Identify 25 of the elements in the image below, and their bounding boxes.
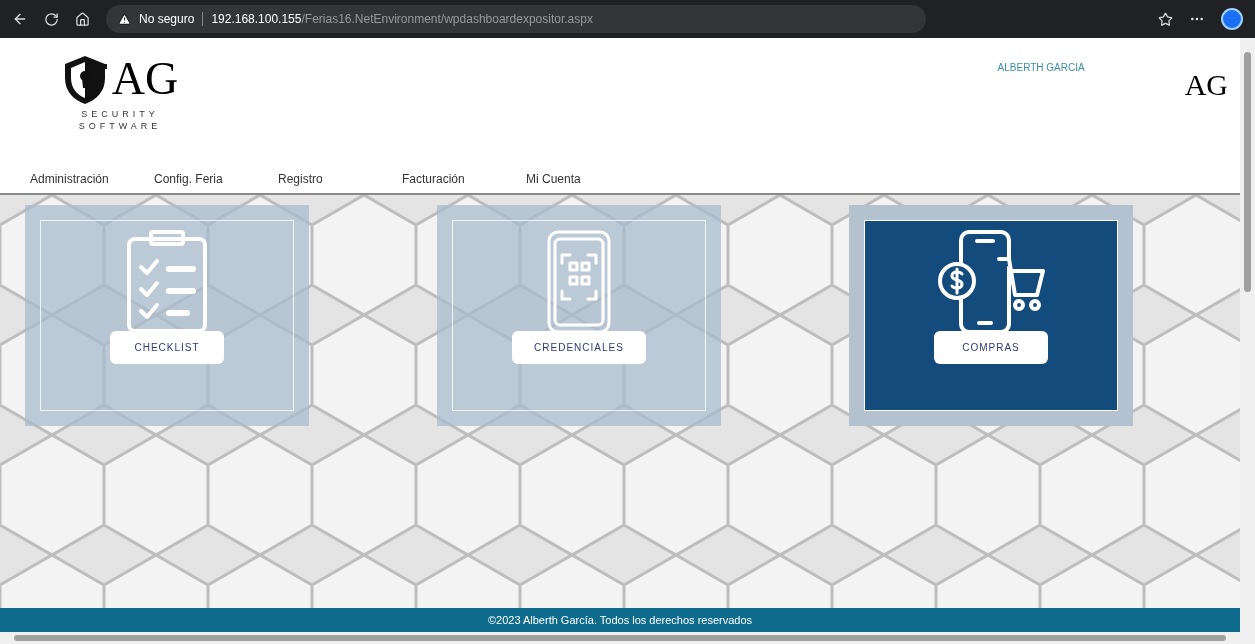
nav-menu-item[interactable]: Registro <box>278 170 402 188</box>
nav-menu-item[interactable]: Mi Cuenta <box>526 170 650 188</box>
nav-menu-item[interactable]: Config. Feria <box>154 170 278 188</box>
home-icon[interactable] <box>75 11 90 27</box>
reload-icon[interactable] <box>44 11 59 27</box>
address-bar[interactable]: No seguro 192.168.100.155/Ferias16.NetEnvironment/wpdashboardexpositor.aspx <box>106 5 926 33</box>
small-logo: AG <box>1184 70 1228 100</box>
nav-menu-item[interactable]: Facturación <box>402 170 526 188</box>
card-button[interactable]: COMPRAS <box>934 331 1048 364</box>
dashboard-card[interactable]: CHECKLIST <box>25 205 309 426</box>
user-name-link[interactable]: ALBERTH GARCIA <box>997 60 1085 75</box>
star-icon[interactable] <box>1158 11 1173 27</box>
card-button[interactable]: CHECKLIST <box>110 331 224 364</box>
url-text: 192.168.100.155/Ferias16.NetEnvironment/wpdashboardexpositor.aspx <box>211 11 593 28</box>
copyright-text: ©2023 Alberth García. Todos los derechos reservados <box>487 612 753 628</box>
security-label: No seguro <box>139 11 195 28</box>
nav-menu-item[interactable]: Administración <box>30 170 154 188</box>
logo-tagline: SOFTWARE <box>78 120 162 132</box>
dashboard-card[interactable]: CREDENCIALES <box>437 205 721 426</box>
logo-letters: AG <box>111 56 179 102</box>
warning-icon <box>118 12 131 26</box>
browser-profile-icon[interactable] <box>1221 8 1243 30</box>
dashboard-card[interactable]: COMPRAS <box>849 205 1133 426</box>
logo-tagline: SECURITY <box>81 108 159 120</box>
card-button[interactable]: CREDENCIALES <box>512 331 646 364</box>
